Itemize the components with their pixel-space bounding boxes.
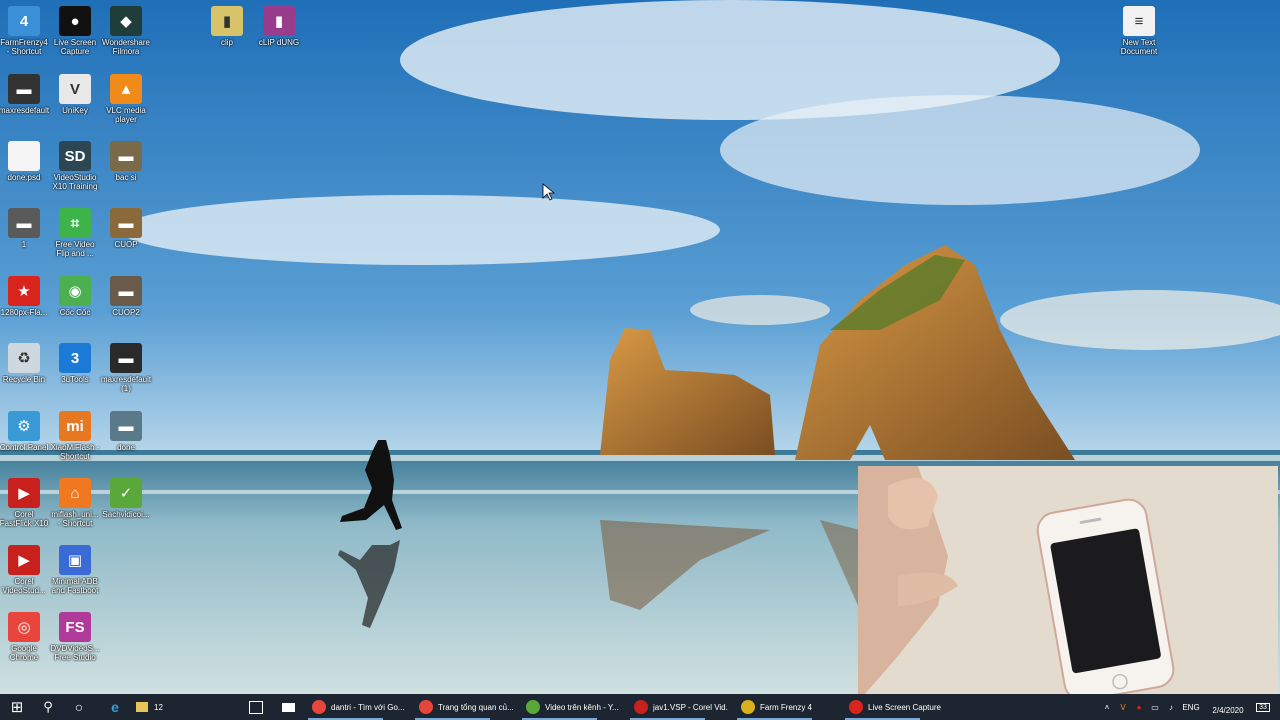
taskbar-app-label: Trang tổng quan củ... [438, 702, 513, 712]
taskbar-app-label: Farm Frenzy 4 [760, 702, 813, 712]
desktop-icon-image: ★ [8, 276, 40, 306]
desktop-icon-image: ◆ [110, 6, 142, 36]
taskbar-app-icon [634, 700, 648, 714]
taskbar-app-icon [526, 700, 540, 714]
clock-date: 2/4/2020 [1212, 705, 1244, 715]
tray-app-icon[interactable]: V [1116, 694, 1130, 720]
file-explorer-count: 12 [154, 702, 163, 712]
edge-icon[interactable]: e [102, 694, 128, 720]
desktop-icon-image: ◉ [59, 276, 91, 306]
desktop-icon-image: SD [59, 141, 91, 171]
desktop-icon-image: 3 [59, 343, 91, 373]
taskbar-app-button[interactable]: dantri - Tìm với Go... [308, 694, 416, 720]
taskbar-app-button[interactable]: jav1.VSP - Corel Vid... [630, 694, 738, 720]
desktop-icon-image: ▬ [8, 74, 40, 104]
desktop-icon-image: ♻ [8, 343, 40, 373]
desktop-icon-label: Sachvidicoi... [102, 510, 150, 519]
desktop-icon[interactable]: ▬ CUOP [95, 208, 157, 249]
desktop-icon-image: V [59, 74, 91, 104]
taskbar-app-icon [741, 700, 755, 714]
desktop-icon-image: ▬ [110, 141, 142, 171]
desktop-icon-label: done [117, 443, 135, 452]
desktop-icon[interactable]: ◆ Wondershare Filmora [95, 6, 157, 56]
desktop-icon-image: ▬ [110, 276, 142, 306]
desktop-icon[interactable]: ▬ bac si [95, 141, 157, 182]
desktop-icon-image: FS [59, 612, 91, 642]
desktop-icon-image: ▬ [110, 343, 142, 373]
desktop-icon-label: CUOP [114, 240, 138, 249]
file-explorer-button[interactable]: 12 [136, 694, 174, 720]
taskbar-app-button[interactable]: Live Screen Capture [845, 694, 1009, 720]
desktop-icon-image: ▶ [8, 545, 40, 575]
desktop-icon[interactable]: ▬ done [95, 411, 157, 452]
folder-icon [136, 702, 148, 712]
taskbar-app-icon [419, 700, 433, 714]
desktop-icon-image: 4 [8, 6, 40, 36]
desktop-icon[interactable]: ≡ New Text Document [1108, 6, 1170, 56]
desktop-icon-label: DVDVideoS... Free Studio [50, 644, 100, 662]
desktop-icon[interactable]: ▣ Minimal ADB and Fastboot [44, 545, 106, 595]
tray-app-icon[interactable]: ● [1132, 694, 1146, 720]
notification-count: 33 [1256, 702, 1270, 712]
taskbar-app-icon [312, 700, 326, 714]
taskbar: ⊞ ⚲ ○ e 12 dantri - Tìm với Go... Trang t… [0, 694, 1280, 720]
desktop-icon-image: ⚙ [8, 411, 40, 441]
webcam-overlay [858, 466, 1278, 702]
taskbar-app-button[interactable]: Farm Frenzy 4 [737, 694, 845, 720]
taskbar-app-button[interactable]: Video trên kênh - Y... [522, 694, 630, 720]
desktop-icon-label: New Text Document [1120, 38, 1158, 56]
cortana-icon[interactable]: ○ [66, 694, 92, 720]
taskbar-app-label: dantri - Tìm với Go... [331, 702, 405, 712]
taskbar-app-button[interactable]: Trang tổng quan củ... [415, 694, 523, 720]
desktop-icon-image: ⌂ [59, 478, 91, 508]
desktop-icon-image: ▣ [59, 545, 91, 575]
store-icon[interactable] [244, 694, 268, 720]
desktop-icon[interactable]: FS DVDVideoS... Free Studio [44, 612, 106, 662]
search-icon[interactable]: ⚲ [36, 694, 60, 720]
notification-center-icon[interactable]: 33 [1252, 694, 1274, 720]
desktop-icon[interactable]: ✓ Sachvidicoi... [95, 478, 157, 519]
desktop-icon[interactable]: ▮ cLIP dUNG [248, 6, 310, 47]
tray-overflow-icon[interactable]: ˄ [1100, 694, 1114, 720]
desktop-icon-image: ▶ [8, 478, 40, 508]
desktop-icon-image: ≡ [1123, 6, 1155, 36]
desktop-icon[interactable]: ▬ CUOP2 [95, 276, 157, 317]
desktop-icon[interactable]: ▲ VLC media player [95, 74, 157, 124]
desktop-icon-label: cLIP dUNG [258, 38, 300, 47]
desktop-icon-image: ▬ [110, 411, 142, 441]
desktop-icon-image: ⌗ [59, 208, 91, 238]
taskbar-app-label: jav1.VSP - Corel Vid... [653, 702, 728, 712]
desktop-icon-label: CUOP2 [112, 308, 140, 317]
desktop-icon-label: VLC media player [106, 106, 146, 124]
desktop-icon-image: ▬ [8, 208, 40, 238]
desktop-icon-image: ▲ [110, 74, 142, 104]
desktop-icon-image: ▮ [263, 6, 295, 36]
mail-icon[interactable] [276, 694, 300, 720]
desktop-icon-image: ▮ [211, 6, 243, 36]
desktop-icon-image: mi [59, 411, 91, 441]
windows-start-icon[interactable]: ⊞ [0, 694, 34, 720]
desktop-icon-image: ✓ [110, 478, 142, 508]
desktop-icon-image: ◎ [8, 612, 40, 642]
volume-icon[interactable]: ♪ [1164, 694, 1178, 720]
taskbar-app-label: Video trên kênh - Y... [545, 702, 619, 712]
clock[interactable]: 2/4/2020 [1206, 694, 1250, 720]
language-indicator[interactable]: ENG [1180, 694, 1202, 720]
desktop-icon-image [8, 141, 40, 171]
network-icon[interactable]: ▭ [1148, 694, 1162, 720]
desktop-icon-image: ▬ [110, 208, 142, 238]
desktop-icon-label: Wondershare Filmora [102, 38, 150, 56]
desktop-icon[interactable]: ▬ maxresdefault (1) [95, 343, 157, 393]
desktop-icon-image: ● [59, 6, 91, 36]
taskbar-app-icon [849, 700, 863, 714]
desktop-icon-label: maxresdefault (1) [100, 375, 152, 393]
desktop-icon-label: bac si [115, 173, 137, 182]
taskbar-app-label: Live Screen Capture [868, 702, 941, 712]
desktop-icon-label: Minimal ADB and Fastboot [51, 577, 99, 595]
